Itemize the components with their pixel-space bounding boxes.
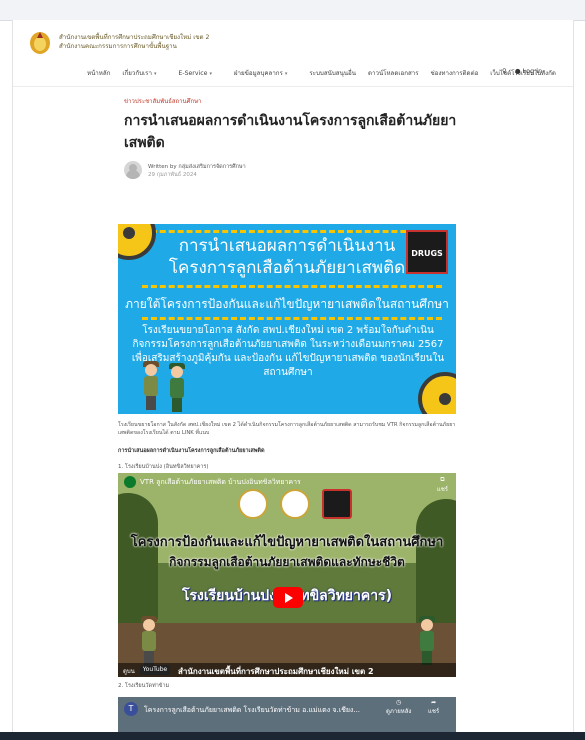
article-poster-image: การนำเสนอผลการดำเนินงาน โครงการลูกเสือต้… — [118, 224, 456, 414]
play-button[interactable] — [273, 587, 303, 608]
no-drugs-icon — [322, 489, 352, 519]
scout-boy-figure — [140, 616, 158, 665]
poster-dash-mid — [142, 285, 442, 288]
site-name[interactable]: สำนักงานเขตพื้นที่การศึกษาประถมศึกษาเชีย… — [59, 33, 209, 51]
share-button[interactable]: ➦ แชร์ — [428, 699, 439, 716]
poster-dash-low — [142, 317, 442, 320]
youtube-embed-1[interactable]: VTR ลูกเสือต้านภัยยาเสพติด บ้านปงอินทขิล… — [118, 473, 456, 677]
login-label: Log in — [522, 67, 543, 75]
article-body: โรงเรียนขยายโอกาส ในสังกัด สพป.เชียงใหม่… — [118, 422, 456, 436]
video-heading2: กิจกรรมลูกเสือต้านภัยยาเสพติดและทักษะชีว… — [169, 555, 405, 569]
nav-contact[interactable]: ช่องทางการติดต่อ — [430, 70, 478, 77]
site-name-line2: สำนักงานคณะกรรมการการศึกษาขั้นพื้นฐาน — [59, 43, 177, 50]
article-category[interactable]: ข่าวประชาสัมพันธ์สถานศึกษา — [124, 96, 201, 106]
no-drugs-badge: DRUGS — [406, 230, 448, 274]
list-item: 2. โรงเรียนวัดท่าข้าม — [118, 683, 170, 689]
share-label: แชร์ — [436, 486, 448, 493]
article-title: การนำเสนอผลการดำเนินงานโครงการลูกเสือต้า… — [124, 113, 457, 151]
nav-systems[interactable]: ระบบสนับสนุนอื่น — [309, 70, 356, 77]
channel-avatar[interactable]: T — [124, 702, 138, 716]
os-taskbar — [0, 732, 585, 740]
share-icon: ⧉ — [440, 476, 445, 483]
office-logo-icon[interactable] — [29, 29, 51, 55]
article-subhead: การนำเสนอผลการดำเนินงานโครงการลูกเสือต้า… — [118, 448, 265, 454]
article-author[interactable]: Written by กลุ่มส่งเสริมการจัดการศึกษา — [148, 163, 246, 171]
poster-dash-top — [142, 230, 442, 233]
nav-tools: ⚲ ● Log in — [502, 67, 542, 75]
avatar[interactable] — [124, 161, 142, 179]
scout-girl-figure — [168, 363, 186, 412]
nav-about[interactable]: เกี่ยวกับเรา ▾ — [122, 70, 166, 77]
login-link[interactable]: ● Log in — [515, 67, 542, 75]
list-item: 1. โรงเรียนบ้านปง (อินทขิลวิทยาคาร) — [118, 464, 209, 470]
web-page: สำนักงานเขตพื้นที่การศึกษาประถมศึกษาเชีย… — [12, 20, 574, 732]
share-button[interactable]: ⧉ แชร์ — [437, 476, 448, 494]
header-divider — [13, 86, 573, 87]
youtube-logo-button[interactable]: YouTube — [140, 665, 170, 675]
clock-icon: ◷ — [396, 699, 402, 706]
share-icon: ➦ — [431, 699, 437, 706]
poster-line3: ภายใต้โครงการป้องกันและแก้ไขปัญหายาเสพติ… — [125, 297, 449, 311]
nav-about-label: เกี่ยวกับเรา — [122, 70, 152, 77]
scout-boy-figure — [142, 361, 160, 410]
video-heading1: โครงการป้องกันและแก้ไขปัญหายาเสพติดในสถา… — [130, 535, 444, 550]
search-icon[interactable]: ⚲ — [502, 67, 507, 75]
channel-avatar[interactable] — [124, 476, 136, 488]
main-nav: หน้าหลัก เกี่ยวกับเรา ▾ E-Service ▾ ฝ่ายข้… — [87, 68, 566, 78]
share-label: แชร์ — [428, 708, 440, 715]
article-date: 29 กุมภาพันธ์ 2024 — [148, 172, 197, 178]
office-seal-icon — [280, 489, 310, 519]
chevron-down-icon: ▾ — [209, 71, 212, 77]
site-name-line1: สำนักงานเขตพื้นที่การศึกษาประถมศึกษาเชีย… — [59, 34, 210, 41]
watch-later-button[interactable]: ◷ ดูภายหลัง — [386, 699, 411, 716]
nav-personnel-label: ฝ่ายข้อมูลบุคลากร — [233, 70, 283, 77]
nav-eservice[interactable]: E-Service ▾ — [178, 70, 222, 77]
user-icon: ● — [514, 67, 521, 75]
video-title[interactable]: โครงการลูกเสือต้านภัยยาเสพติด โรงเรียนวั… — [144, 705, 360, 716]
nav-home[interactable]: หน้าหลัก — [87, 70, 110, 77]
browser-top-strip — [0, 0, 585, 21]
nav-eservice-label: E-Service — [178, 70, 208, 77]
video-title[interactable]: VTR ลูกเสือต้านภัยยาเสพติด บ้านปงอินทขิล… — [140, 477, 301, 488]
youtube-embed-2[interactable]: T โครงการลูกเสือต้านภัยยาเสพติด โรงเรียน… — [118, 697, 456, 732]
nav-personnel[interactable]: ฝ่ายข้อมูลบุคลากร ▾ — [234, 70, 297, 77]
nav-downloads[interactable]: ดาวน์โหลดเอกสาร — [368, 70, 419, 77]
video-caption: สำนักงานเขตพื้นที่การศึกษาประถมศึกษาเชีย… — [178, 667, 374, 676]
site-header: สำนักงานเขตพื้นที่การศึกษาประถมศึกษาเชีย… — [13, 20, 573, 90]
watch-later-label: ดูภายหลัง — [386, 708, 412, 715]
youtube-bar: ดูบน YouTube สำนักงานเขตพื้นที่การศึกษาป… — [118, 663, 456, 677]
chevron-down-icon: ▾ — [153, 71, 157, 77]
chevron-down-icon: ▾ — [284, 71, 288, 77]
school-logo-icon — [238, 489, 268, 519]
watch-on-label: ดูบน — [123, 668, 135, 675]
scout-girl-figure — [418, 616, 436, 665]
